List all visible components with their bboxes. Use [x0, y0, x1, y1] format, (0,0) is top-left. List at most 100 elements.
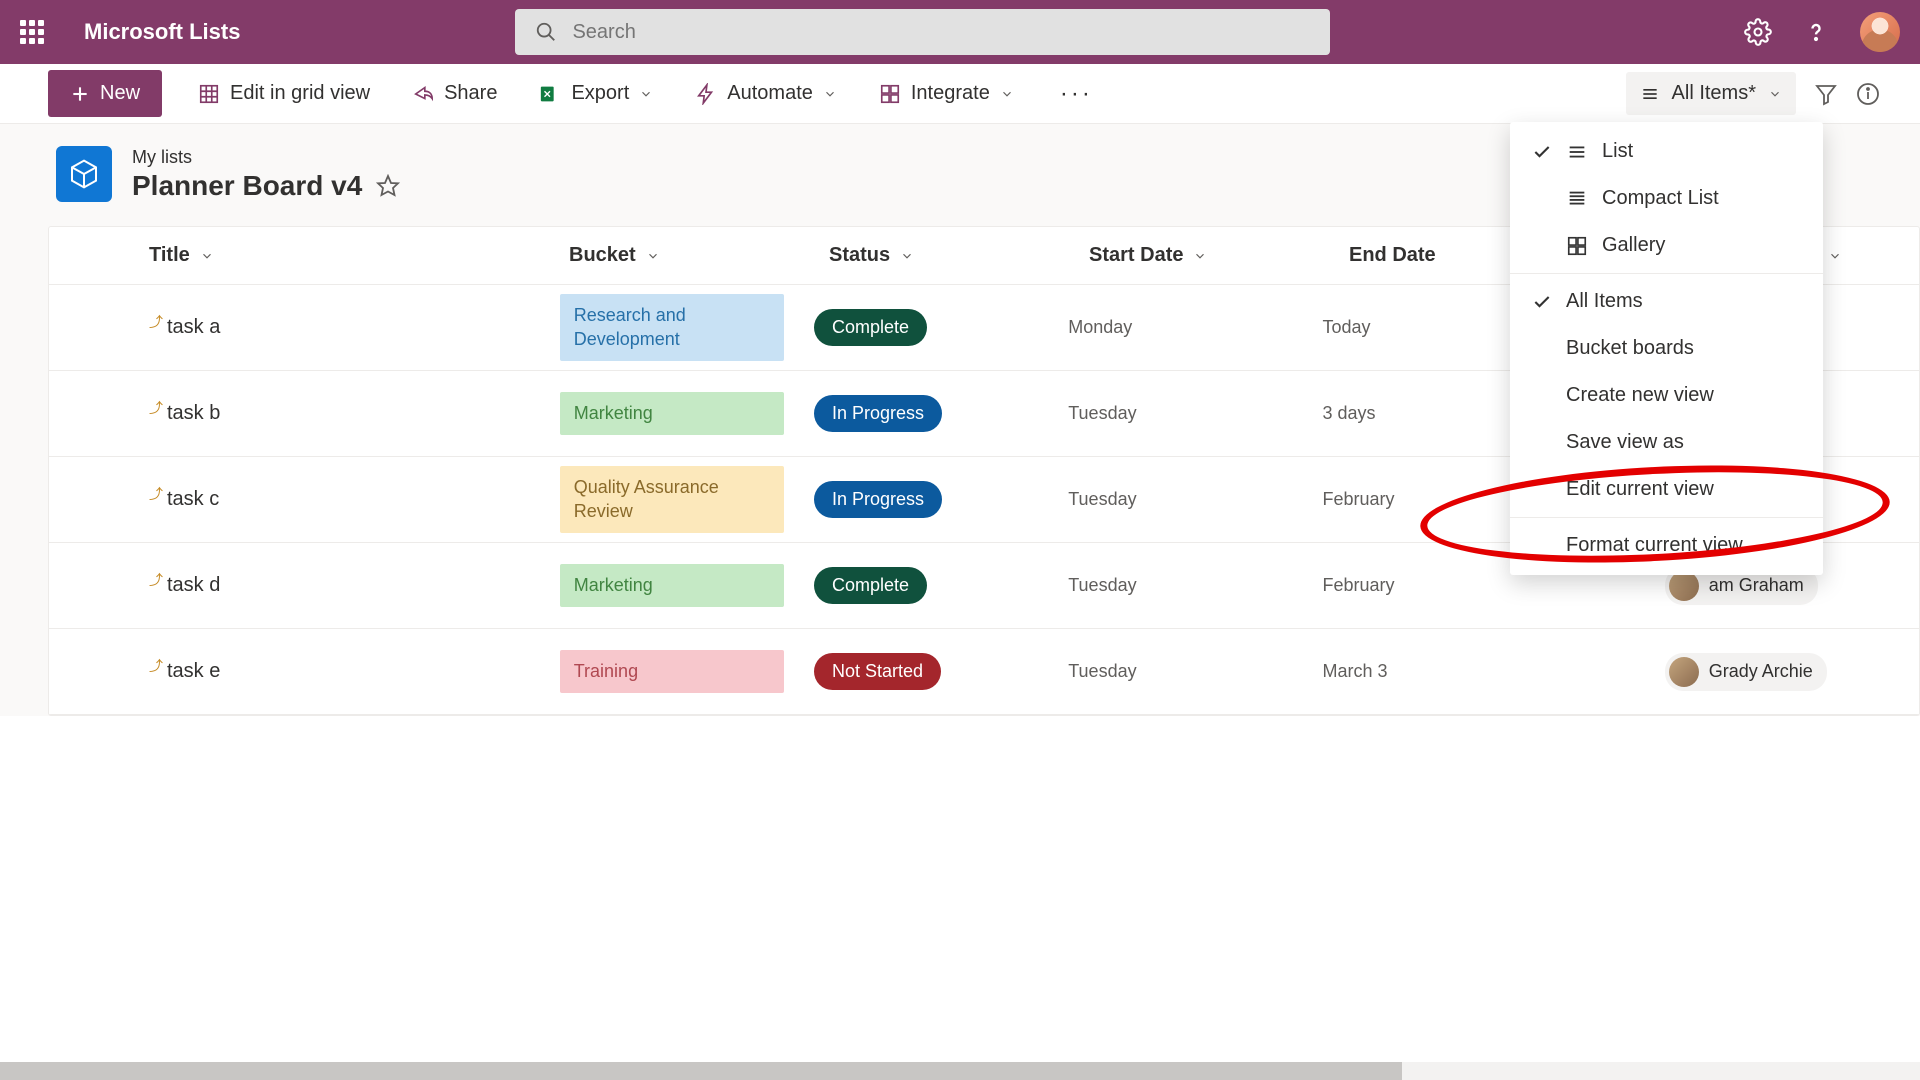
cell-status[interactable]: Complete: [814, 309, 1068, 346]
search-icon: [535, 21, 557, 43]
cell-bucket[interactable]: Research and Development: [560, 294, 814, 361]
settings-icon[interactable]: [1744, 18, 1772, 46]
view-action-format-current[interactable]: Format current view: [1510, 522, 1823, 569]
cell-bucket[interactable]: Training: [560, 650, 814, 693]
assignee-name: am Graham: [1709, 575, 1804, 596]
cell-enddate[interactable]: February: [1322, 575, 1664, 596]
cell-assignedto[interactable]: Grady Archie: [1665, 653, 1919, 691]
cell-title[interactable]: ⤴task c: [149, 488, 560, 511]
task-title-text: task d: [167, 574, 220, 597]
chevron-down-icon: [1000, 87, 1014, 101]
waffle-app-launcher[interactable]: [20, 20, 44, 44]
assignee-name: Grady Archie: [1709, 661, 1813, 682]
share-button[interactable]: Share: [406, 74, 503, 113]
app-name: Microsoft Lists: [84, 19, 240, 45]
status-pill: In Progress: [814, 481, 942, 518]
task-icon: ⤴: [149, 398, 163, 418]
plus-icon: [70, 84, 90, 104]
bucket-chip: Quality Assurance Review: [560, 466, 784, 533]
view-option-bucket-boards[interactable]: Bucket boards: [1510, 325, 1823, 372]
cell-bucket[interactable]: Quality Assurance Review: [560, 466, 814, 533]
grid-icon: [198, 83, 220, 105]
view-option-all-items[interactable]: All Items: [1510, 278, 1823, 325]
chevron-down-icon: [1828, 249, 1842, 263]
view-action-create-view[interactable]: Create new view: [1510, 372, 1823, 419]
more-actions-button[interactable]: ···: [1050, 80, 1103, 108]
share-label: Share: [444, 82, 497, 105]
view-option-label: Format current view: [1566, 534, 1743, 557]
menu-divider: [1510, 273, 1823, 274]
view-option-label: All Items: [1566, 290, 1643, 313]
cell-startdate[interactable]: Tuesday: [1068, 661, 1322, 682]
app-header: Microsoft Lists: [0, 0, 1920, 64]
export-label: Export: [571, 82, 629, 105]
cell-status[interactable]: In Progress: [814, 395, 1068, 432]
view-option-compact-list[interactable]: Compact List: [1510, 175, 1823, 222]
cell-bucket[interactable]: Marketing: [560, 564, 814, 607]
column-header-status[interactable]: Status: [829, 244, 1089, 267]
export-button[interactable]: Export: [533, 74, 659, 113]
chevron-down-icon: [1768, 87, 1782, 101]
compact-list-icon: [1566, 188, 1588, 210]
new-button[interactable]: New: [48, 70, 162, 117]
cell-status[interactable]: In Progress: [814, 481, 1068, 518]
bucket-chip: Training: [560, 650, 784, 693]
cell-bucket[interactable]: Marketing: [560, 392, 814, 435]
cell-enddate[interactable]: March 3: [1322, 661, 1664, 682]
view-action-edit-current[interactable]: Edit current view: [1510, 466, 1823, 513]
status-pill: In Progress: [814, 395, 942, 432]
column-header-title[interactable]: Title: [149, 244, 569, 267]
cell-title[interactable]: ⤴task e: [149, 660, 560, 683]
search-input[interactable]: [572, 21, 1310, 44]
chevron-down-icon: [646, 249, 660, 263]
task-title-text: task e: [167, 660, 220, 683]
task-title-text: task a: [167, 316, 220, 339]
automate-button[interactable]: Automate: [689, 74, 843, 113]
share-icon: [412, 83, 434, 105]
breadcrumb[interactable]: My lists: [132, 147, 400, 168]
favorite-star-icon[interactable]: [376, 174, 400, 198]
assignee-avatar: [1669, 657, 1699, 687]
cell-startdate[interactable]: Tuesday: [1068, 403, 1322, 424]
help-icon[interactable]: [1802, 18, 1830, 46]
cell-startdate[interactable]: Tuesday: [1068, 489, 1322, 510]
cell-title[interactable]: ⤴task a: [149, 316, 560, 339]
check-icon: [1532, 142, 1552, 162]
command-bar: New Edit in grid view Share Export Autom…: [0, 64, 1920, 124]
task-icon: ⤴: [149, 570, 163, 590]
table-row[interactable]: ⤴task e Training Not Started Tuesday Mar…: [49, 629, 1919, 715]
menu-divider: [1510, 517, 1823, 518]
user-avatar[interactable]: [1860, 12, 1900, 52]
view-selector-button[interactable]: All Items*: [1626, 72, 1796, 115]
info-icon[interactable]: [1856, 82, 1880, 106]
view-option-label: Edit current view: [1566, 478, 1714, 501]
integrate-label: Integrate: [911, 82, 990, 105]
scrollbar-thumb[interactable]: [0, 1062, 1402, 1080]
bucket-chip: Marketing: [560, 564, 784, 607]
view-option-gallery[interactable]: Gallery: [1510, 222, 1823, 269]
column-header-startdate[interactable]: Start Date: [1089, 244, 1349, 267]
horizontal-scrollbar[interactable]: [0, 1062, 1920, 1080]
column-header-bucket[interactable]: Bucket: [569, 244, 829, 267]
view-option-label: Compact List: [1602, 187, 1719, 210]
cell-title[interactable]: ⤴task d: [149, 574, 560, 597]
task-title-text: task c: [167, 488, 219, 511]
view-option-list[interactable]: List: [1510, 128, 1823, 175]
list-title: Planner Board v4: [132, 170, 362, 202]
automate-icon: [695, 83, 717, 105]
filter-icon[interactable]: [1814, 82, 1838, 106]
integrate-button[interactable]: Integrate: [873, 74, 1020, 113]
assignee-chip: Grady Archie: [1665, 653, 1827, 691]
task-icon: ⤴: [149, 656, 163, 676]
task-icon: ⤴: [149, 484, 163, 504]
search-box[interactable]: [515, 9, 1330, 55]
cell-startdate[interactable]: Monday: [1068, 317, 1322, 338]
cell-title[interactable]: ⤴task b: [149, 402, 560, 425]
task-title-text: task b: [167, 402, 220, 425]
view-action-save-view-as[interactable]: Save view as: [1510, 419, 1823, 466]
cell-status[interactable]: Not Started: [814, 653, 1068, 690]
chevron-down-icon: [639, 87, 653, 101]
cell-status[interactable]: Complete: [814, 567, 1068, 604]
edit-grid-button[interactable]: Edit in grid view: [192, 74, 376, 113]
cell-startdate[interactable]: Tuesday: [1068, 575, 1322, 596]
